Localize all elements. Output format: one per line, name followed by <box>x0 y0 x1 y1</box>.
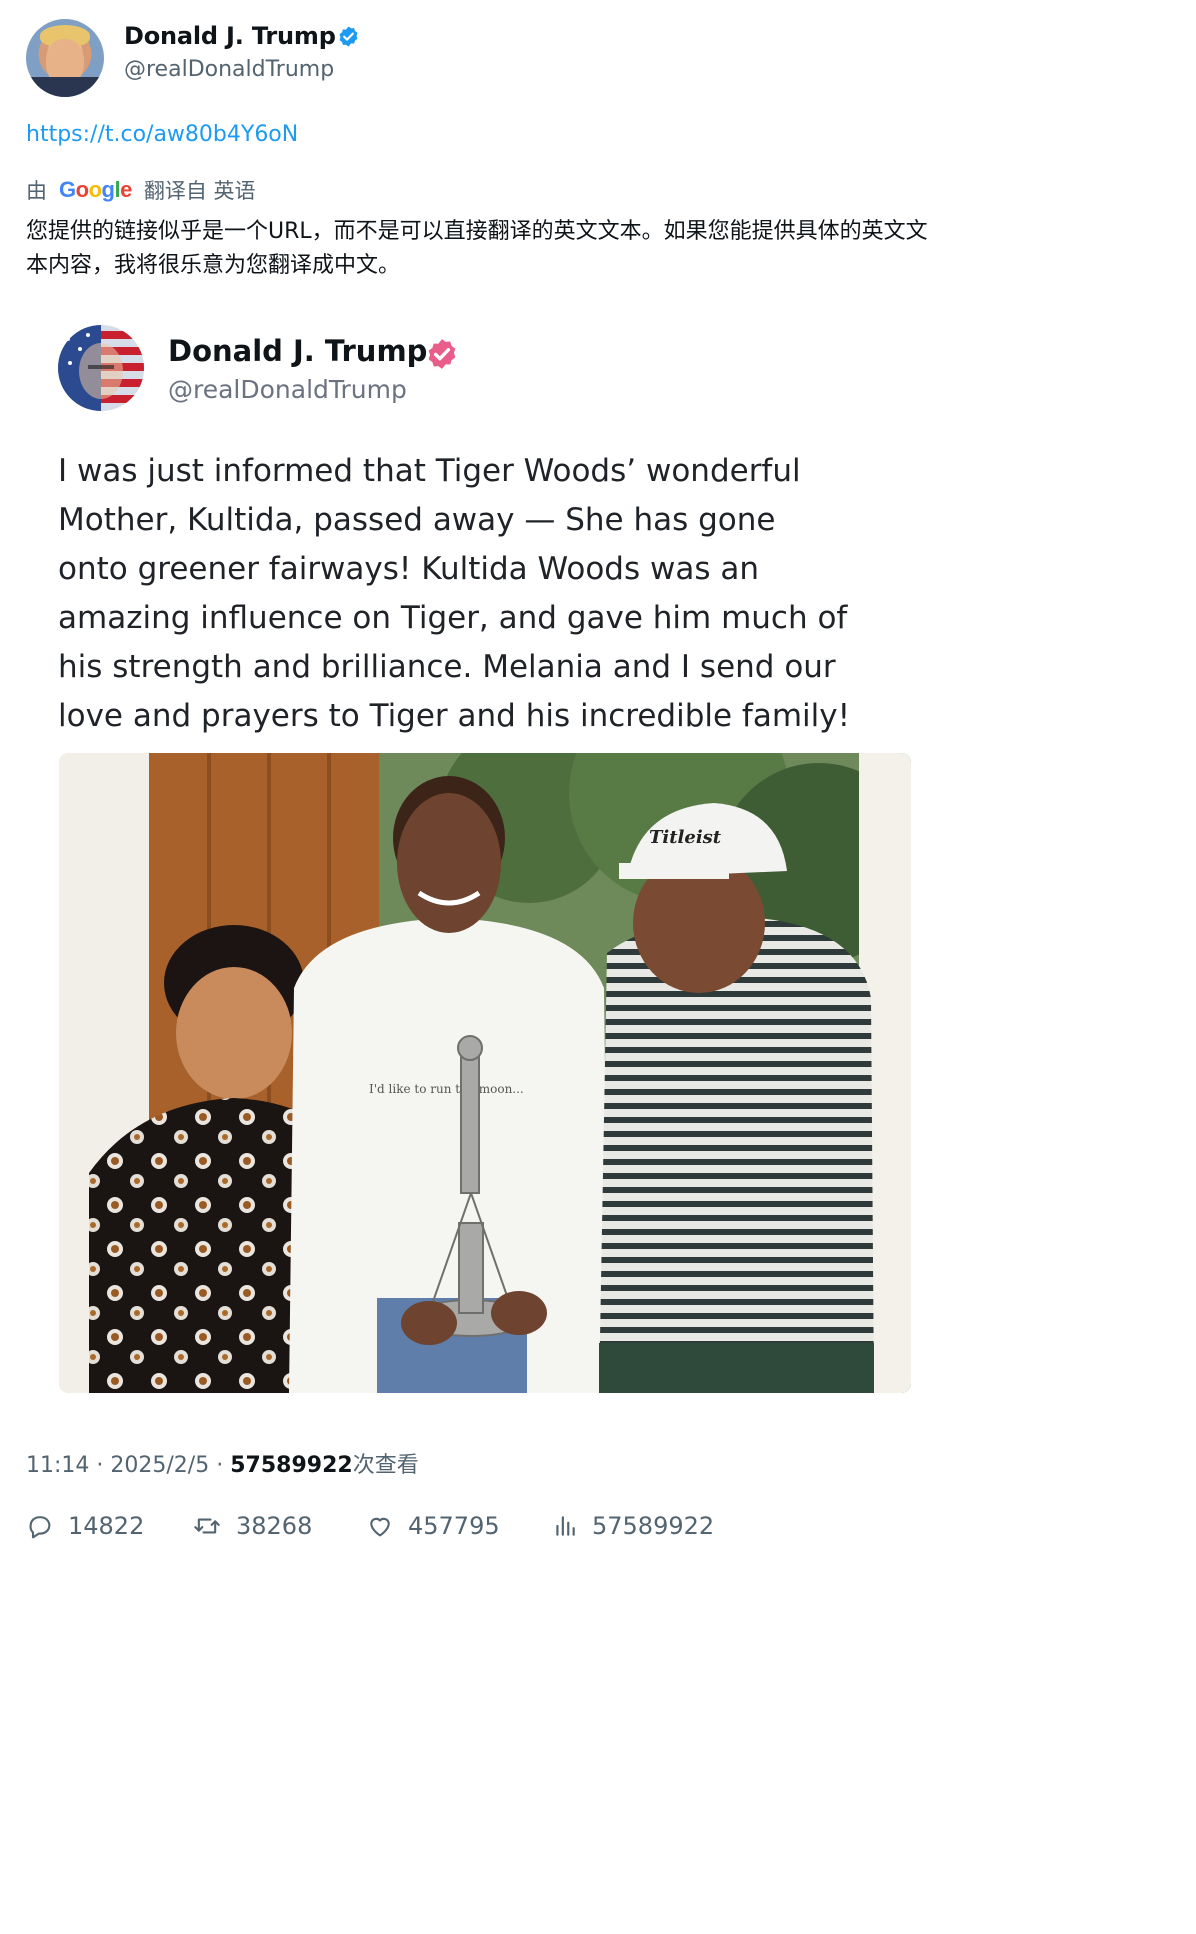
meta-separator: · <box>216 1453 231 1478</box>
post-line: his strength and brilliance. Melania and… <box>58 649 836 685</box>
reply-icon <box>29 1516 51 1539</box>
embedded-display-name: Donald J. Trump <box>168 334 428 368</box>
google-logo: Google <box>59 177 132 202</box>
tweet-meta: 11:14 · 2025/2/5 · 57589922次查看 <box>26 1447 419 1479</box>
author-handle[interactable]: @realDonaldTrump <box>124 57 334 82</box>
post-photo[interactable]: I'd like to run the moon... Titleist <box>59 753 911 1393</box>
verified-badge-icon <box>339 26 358 47</box>
reply-count: 14822 <box>68 1512 145 1540</box>
author-avatar[interactable] <box>26 19 104 97</box>
like-button[interactable]: 457795 <box>366 1512 500 1540</box>
tweet-link[interactable]: https://t.co/aw80b4Y6oN <box>26 122 298 147</box>
post-line: I was just informed that Tiger Woods’ wo… <box>58 453 801 489</box>
author-display-name[interactable]: Donald J. Trump <box>124 22 336 50</box>
post-line: love and prayers to Tiger and his incred… <box>58 698 851 734</box>
embedded-handle: @realDonaldTrump <box>168 375 407 404</box>
retweet-button[interactable]: 38268 <box>192 1512 312 1540</box>
tweet-time[interactable]: 11:14 <box>26 1453 89 1478</box>
heart-icon <box>370 1517 390 1537</box>
meta-separator: · <box>96 1453 111 1478</box>
post-line: Mother, Kultida, passed away — She has g… <box>58 502 776 538</box>
embedded-avatar <box>58 325 144 411</box>
retweet-icon <box>194 1518 220 1534</box>
views-count: 57589922 <box>230 1453 353 1478</box>
translation-attribution: 由 Google 翻译自 英语 <box>26 175 256 205</box>
translation-suffix[interactable]: 翻译自 英语 <box>144 175 256 205</box>
cap-text: Titleist <box>649 827 722 848</box>
views-action-count: 57589922 <box>592 1512 715 1540</box>
translation-prefix: 由 <box>26 179 47 203</box>
reply-button[interactable]: 14822 <box>26 1512 144 1540</box>
tweet-date[interactable]: 2025/2/5 <box>110 1453 209 1478</box>
verified-badge-icon <box>428 339 456 369</box>
action-bar: 14822 38268 457795 57589922 <box>26 1512 926 1552</box>
views-label: 次查看 <box>352 1453 419 1478</box>
translated-text: 您提供的链接似乎是一个URL，而不是可以直接翻译的英文文本。如果您能提供具体的英… <box>26 219 928 278</box>
like-count: 457795 <box>408 1512 500 1540</box>
retweet-count: 38268 <box>236 1512 313 1540</box>
embedded-post-text: I was just informed that Tiger Woods’ wo… <box>58 447 918 741</box>
views-button[interactable]: 57589922 <box>552 1512 714 1540</box>
post-line: amazing influence on Tiger, and gave him… <box>58 600 848 636</box>
shirt-text: I'd like to run the moon... <box>369 1082 524 1096</box>
bar-chart-icon <box>556 1516 575 1536</box>
post-line: onto greener fairways! Kultida Woods was… <box>58 551 759 587</box>
